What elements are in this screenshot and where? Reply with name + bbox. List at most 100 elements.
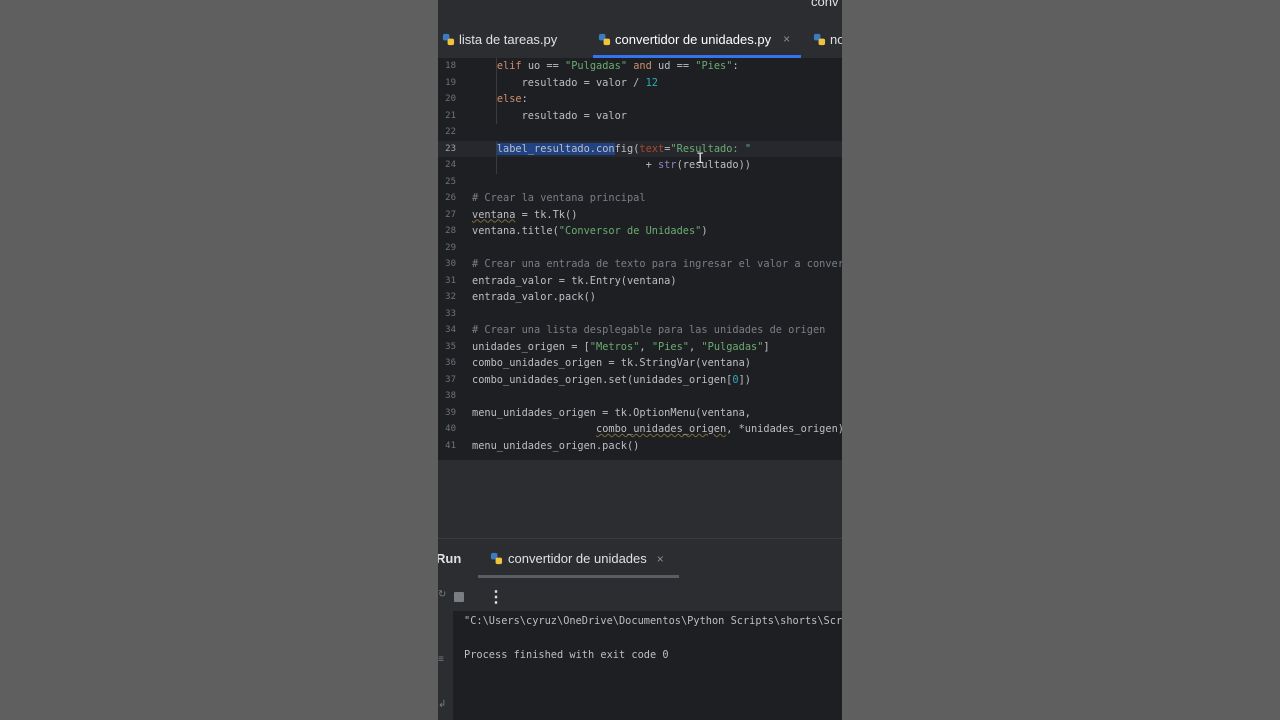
code-token: = tk.Tk() [515, 208, 578, 221]
code-line[interactable]: 36 combo_unidades_origen = tk.StringVar(v… [438, 355, 842, 372]
tab-label: convertidor de unidades.py [615, 31, 772, 47]
line-number: 35 [445, 341, 456, 352]
code-line[interactable]: 28 ventana.title("Conversor de Unidades") [438, 223, 842, 240]
run-panel-title: Run [438, 551, 462, 566]
code-line[interactable]: 18 elif uo == "Pulgadas" and ud == "Pies… [438, 58, 842, 75]
run-tab-indicator [478, 575, 679, 578]
code-line[interactable]: 40 combo_unidades_origen, *unidades_orig… [438, 421, 842, 438]
editor-spacer [438, 460, 842, 538]
line-number: 19 [445, 77, 456, 88]
run-tab[interactable]: convertidor de unidades × [490, 551, 664, 566]
code-line[interactable]: 24 + str(resultado)) [438, 157, 842, 174]
code-editor[interactable]: 18 elif uo == "Pulgadas" and ud == "Pies… [438, 58, 842, 460]
code-token: combo_unidades_origen = tk.StringVar(ven… [472, 357, 751, 369]
code-line[interactable]: 34 # Crear una lista desplegable para las… [438, 322, 842, 339]
tab-convertidor-de-unidades[interactable]: convertidor de unidades.py × [598, 20, 790, 58]
console-line: Process finished with exit code 0 [464, 649, 669, 661]
code-token: "Pies" [651, 340, 690, 353]
code-token: # Crear una entrada de texto para ingres… [472, 258, 842, 270]
console-output[interactable]: "C:\Users\cyruz\OneDrive\Documentos\Pyth… [453, 611, 842, 720]
code-text: # Crear la ventana principal [472, 190, 646, 207]
code-token: text [639, 142, 665, 155]
line-number: 23 [445, 143, 456, 154]
line-number: 30 [445, 259, 456, 269]
code-token: menu_unidades_origen = tk.OptionMenu(ven… [472, 406, 751, 419]
code-text: menu_unidades_origen = tk.OptionMenu(ven… [472, 405, 751, 422]
code-line[interactable]: 37 combo_unidades_origen.set(unidades_ori… [438, 372, 842, 389]
line-number: 26 [445, 193, 456, 203]
code-line[interactable]: 26 # Crear la ventana principal [438, 190, 842, 207]
scroll-icon[interactable]: ≡ [438, 654, 444, 665]
code-line[interactable]: 30 # Crear una entrada de texto para ingr… [438, 256, 842, 273]
line-number: 18 [445, 61, 456, 71]
code-line[interactable]: 19 resultado = valor / 12 [438, 75, 842, 92]
stop-icon[interactable] [454, 592, 464, 602]
code-line[interactable]: 27 ventana = tk.Tk() [438, 207, 842, 224]
code-token: uo == [521, 60, 566, 72]
run-toolbar: ⋮ [438, 585, 842, 611]
code-token: "Resultado: " [670, 142, 752, 155]
code-line[interactable]: 33 [438, 306, 842, 323]
top-strip: conv [438, 0, 842, 20]
run-panel: Run convertidor de unidades × ⋮ ↻ ≡ ↲ "C… [438, 538, 842, 720]
code-line[interactable]: 21 resultado = valor [438, 108, 842, 125]
run-side-toolbar: ↻ ≡ ↲ [438, 579, 450, 720]
code-token: str [657, 159, 677, 171]
code-token: # Crear la ventana principal [472, 192, 646, 204]
code-line[interactable]: 29 [438, 240, 842, 257]
line-number: 24 [445, 160, 456, 170]
line-number: 28 [445, 226, 456, 236]
code-line[interactable]: 20 else: [438, 91, 842, 108]
code-token: ) [701, 225, 708, 237]
code-line[interactable]: 22 [438, 124, 842, 141]
line-number: 20 [445, 94, 456, 104]
code-text: combo_unidades_origen.set(unidades_orige… [472, 372, 751, 389]
line-number: 36 [445, 358, 456, 368]
code-text: combo_unidades_origen = tk.StringVar(ven… [472, 355, 751, 372]
close-icon[interactable]: × [783, 32, 790, 46]
code-token: + [472, 159, 658, 171]
softwrap-icon[interactable]: ↲ [438, 699, 446, 710]
line-number: 27 [445, 209, 456, 220]
code-token: menu_unidades_origen.pack() [472, 439, 640, 452]
code-line[interactable]: 38 [438, 388, 842, 405]
text-cursor-icon: I [696, 151, 705, 167]
code-line[interactable]: 39 menu_unidades_origen = tk.OptionMenu(v… [438, 405, 842, 422]
line-number: 31 [445, 275, 456, 286]
code-line[interactable]: 41 menu_unidades_origen.pack() [438, 438, 842, 455]
code-line[interactable]: 35 unidades_origen = ["Metros", "Pies", "… [438, 339, 842, 356]
code-token: : [521, 93, 528, 105]
code-token: entrada_valor.pack() [472, 291, 596, 303]
line-number: 38 [445, 391, 456, 401]
code-token: "Metros" [589, 340, 640, 353]
close-icon[interactable]: × [657, 552, 664, 566]
code-token: 12 [645, 76, 658, 89]
code-text: else: [472, 91, 528, 108]
code-token: , [689, 340, 702, 353]
code-line[interactable]: 25 [438, 174, 842, 191]
code-token: fig( [614, 142, 640, 155]
rerun-icon[interactable]: ↻ [438, 589, 446, 600]
tab-partial[interactable]: no [813, 20, 842, 58]
indent-guide [496, 58, 497, 124]
tab-lista-de-tareas[interactable]: lista de tareas.py [442, 20, 557, 58]
code-token: ventana.title( [472, 225, 559, 237]
indent-guide [496, 140, 497, 174]
ide-window: conv lista de tareas.py convertidor de u… [438, 0, 842, 720]
tab-label: no [830, 31, 842, 47]
code-text: ventana = tk.Tk() [472, 207, 577, 224]
code-text: entrada_valor = tk.Entry(ventana) [472, 273, 677, 290]
more-options-icon[interactable]: ⋮ [488, 587, 504, 607]
code-line[interactable]: 32 entrada_valor.pack() [438, 289, 842, 306]
code-text: ventana.title("Conversor de Unidades") [472, 223, 708, 240]
code-token: "Pulgadas" [701, 340, 764, 353]
code-text: label_resultado.config(text="Resultado: … [472, 141, 751, 158]
code-line[interactable]: 31 entrada_valor = tk.Entry(ventana) [438, 273, 842, 290]
code-token: and [633, 60, 652, 72]
run-tab-label: convertidor de unidades [508, 551, 647, 566]
code-token: entrada_valor = tk.Entry(ventana) [472, 274, 677, 287]
code-line[interactable]: 23 label_resultado.config(text="Resultad… [438, 140, 842, 158]
